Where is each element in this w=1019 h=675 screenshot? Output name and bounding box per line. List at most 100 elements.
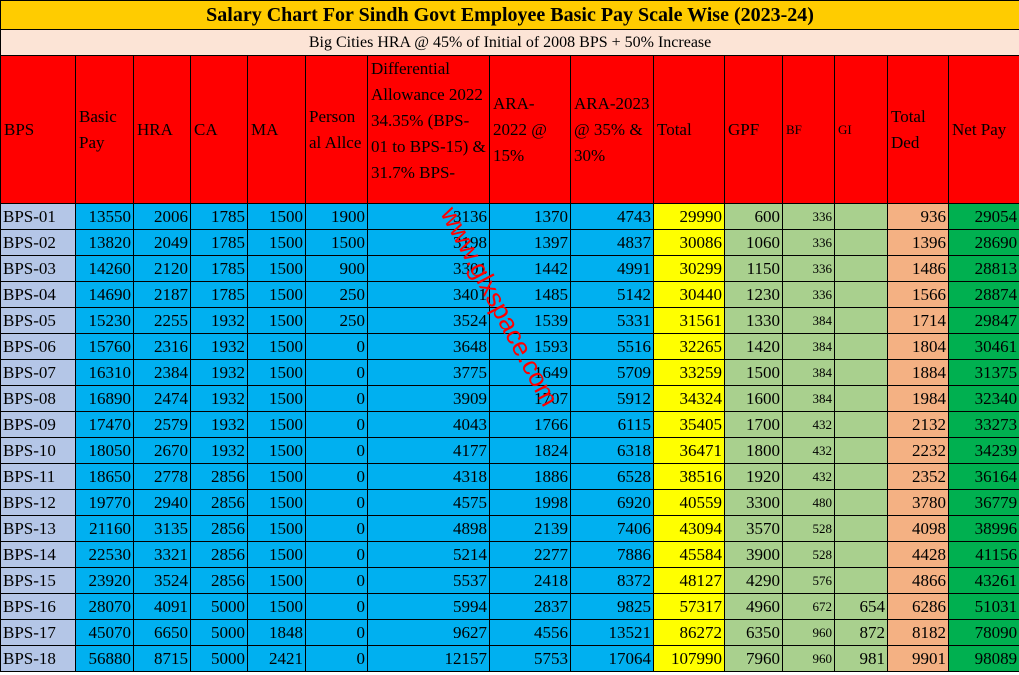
cell-total: 30086 (653, 229, 725, 256)
cell-hra: 2316 (133, 333, 191, 360)
cell-basic-pay: 13820 (75, 229, 134, 256)
cell-ma: 1848 (247, 619, 306, 646)
cell-bf: 336 (782, 203, 835, 230)
cell-differential-allowance: 9627 (367, 619, 490, 646)
table-row: BPS-12 19770 2940 2856 1500 0 4575 1998 6920 4055… (0, 489, 1019, 516)
cell-net-pay: 28690 (947, 229, 1019, 256)
cell-ara-2023: 5331 (570, 307, 654, 334)
cell-personal-allce: 0 (305, 593, 368, 620)
cell-personal-allce: 0 (305, 645, 368, 672)
cell-differential-allowance: 3524 (367, 307, 490, 334)
cell-personal-allce: 0 (305, 333, 368, 360)
cell-ca: 1785 (190, 281, 248, 308)
cell-net-pay: 41156 (947, 541, 1019, 568)
cell-total: 36471 (653, 437, 725, 464)
cell-net-pay: 43261 (947, 567, 1019, 594)
cell-hra: 3135 (133, 515, 191, 542)
cell-net-pay: 28813 (947, 255, 1019, 282)
cell-ara-2022: 5753 (489, 645, 571, 672)
cell-ara-2022: 1998 (489, 489, 571, 516)
cell-ma: 1500 (247, 307, 306, 334)
cell-bf: 432 (782, 463, 835, 490)
cell-ma: 1500 (247, 489, 306, 516)
cell-bps: BPS-01 (0, 203, 76, 230)
cell-personal-allce: 0 (305, 541, 368, 568)
cell-bps: BPS-10 (0, 437, 76, 464)
cell-bf: 384 (782, 307, 835, 334)
cell-basic-pay: 16890 (75, 385, 134, 412)
cell-net-pay: 29054 (947, 203, 1019, 230)
cell-ara-2023: 7406 (570, 515, 654, 542)
cell-personal-allce: 0 (305, 411, 368, 438)
cell-basic-pay: 15230 (75, 307, 134, 334)
cell-total-ded: 9901 (887, 645, 949, 672)
cell-ara-2022: 1539 (489, 307, 571, 334)
cell-hra: 2940 (133, 489, 191, 516)
cell-total-ded: 3780 (887, 489, 949, 516)
cell-net-pay: 32340 (947, 385, 1019, 412)
cell-ara-2023: 13521 (570, 619, 654, 646)
cell-bf: 672 (782, 593, 835, 620)
cell-basic-pay: 13550 (75, 203, 134, 230)
cell-hra: 3321 (133, 541, 191, 568)
cell-bps: BPS-17 (0, 619, 76, 646)
table-row: BPS-11 18650 2778 2856 1500 0 4318 1886 6528 3851… (0, 463, 1019, 490)
cell-personal-allce: 0 (305, 489, 368, 516)
cell-gpf: 1330 (724, 307, 783, 334)
cell-gpf: 4960 (724, 593, 783, 620)
cell-bf: 528 (782, 541, 835, 568)
cell-hra: 2474 (133, 385, 191, 412)
cell-ca: 2856 (190, 489, 248, 516)
cell-ca: 1932 (190, 411, 248, 438)
cell-gpf: 4290 (724, 567, 783, 594)
cell-bps: BPS-06 (0, 333, 76, 360)
table-row: BPS-10 18050 2670 1932 1500 0 4177 1824 6318 3647… (0, 437, 1019, 464)
cell-ca: 1932 (190, 359, 248, 386)
page-subtitle: Big Cities HRA @ 45% of Initial of 2008 … (0, 29, 1019, 56)
cell-ca: 5000 (190, 593, 248, 620)
cell-personal-allce: 0 (305, 619, 368, 646)
header-ma: MA (247, 55, 306, 204)
cell-basic-pay: 45070 (75, 619, 134, 646)
cell-total: 29990 (653, 203, 725, 230)
cell-gi (834, 203, 888, 230)
table-row: BPS-13 21160 3135 2856 1500 0 4898 2139 7406 4309… (0, 515, 1019, 542)
cell-basic-pay: 15760 (75, 333, 134, 360)
cell-ma: 1500 (247, 567, 306, 594)
cell-total-ded: 2132 (887, 411, 949, 438)
cell-gpf: 1800 (724, 437, 783, 464)
cell-bps: BPS-12 (0, 489, 76, 516)
cell-net-pay: 98089 (947, 645, 1019, 672)
cell-ca: 2856 (190, 541, 248, 568)
cell-bf: 336 (782, 229, 835, 256)
salary-table: Salary Chart For Sindh Govt Employee Bas… (0, 0, 1019, 672)
cell-gpf: 1420 (724, 333, 783, 360)
table-row: BPS-02 13820 2049 1785 1500 1500 3198 1397 4837 3… (0, 229, 1019, 256)
cell-hra: 3524 (133, 567, 191, 594)
cell-bf: 384 (782, 333, 835, 360)
cell-differential-allowance: 3909 (367, 385, 490, 412)
cell-total-ded: 8182 (887, 619, 949, 646)
header-ca: CA (190, 55, 248, 204)
cell-total: 34324 (653, 385, 725, 412)
cell-differential-allowance: 4575 (367, 489, 490, 516)
cell-total: 48127 (653, 567, 725, 594)
cell-total: 32265 (653, 333, 725, 360)
cell-ma: 1500 (247, 281, 306, 308)
cell-ma: 1500 (247, 437, 306, 464)
cell-personal-allce: 0 (305, 437, 368, 464)
header-personal-allce: Person al Allce (305, 55, 368, 204)
cell-total: 33259 (653, 359, 725, 386)
cell-gi (834, 359, 888, 386)
table-row: BPS-15 23920 3524 2856 1500 0 5537 2418 8372 4812… (0, 567, 1019, 594)
cell-ara-2023: 6920 (570, 489, 654, 516)
cell-ara-2023: 7886 (570, 541, 654, 568)
cell-bps: BPS-14 (0, 541, 76, 568)
cell-ara-2022: 1766 (489, 411, 571, 438)
cell-net-pay: 30461 (947, 333, 1019, 360)
cell-ca: 2856 (190, 463, 248, 490)
cell-hra: 2384 (133, 359, 191, 386)
cell-gi (834, 333, 888, 360)
cell-ma: 1500 (247, 255, 306, 282)
table-row: BPS-18 56880 8715 5000 2421 0 12157 5753 17064 10… (0, 645, 1019, 672)
